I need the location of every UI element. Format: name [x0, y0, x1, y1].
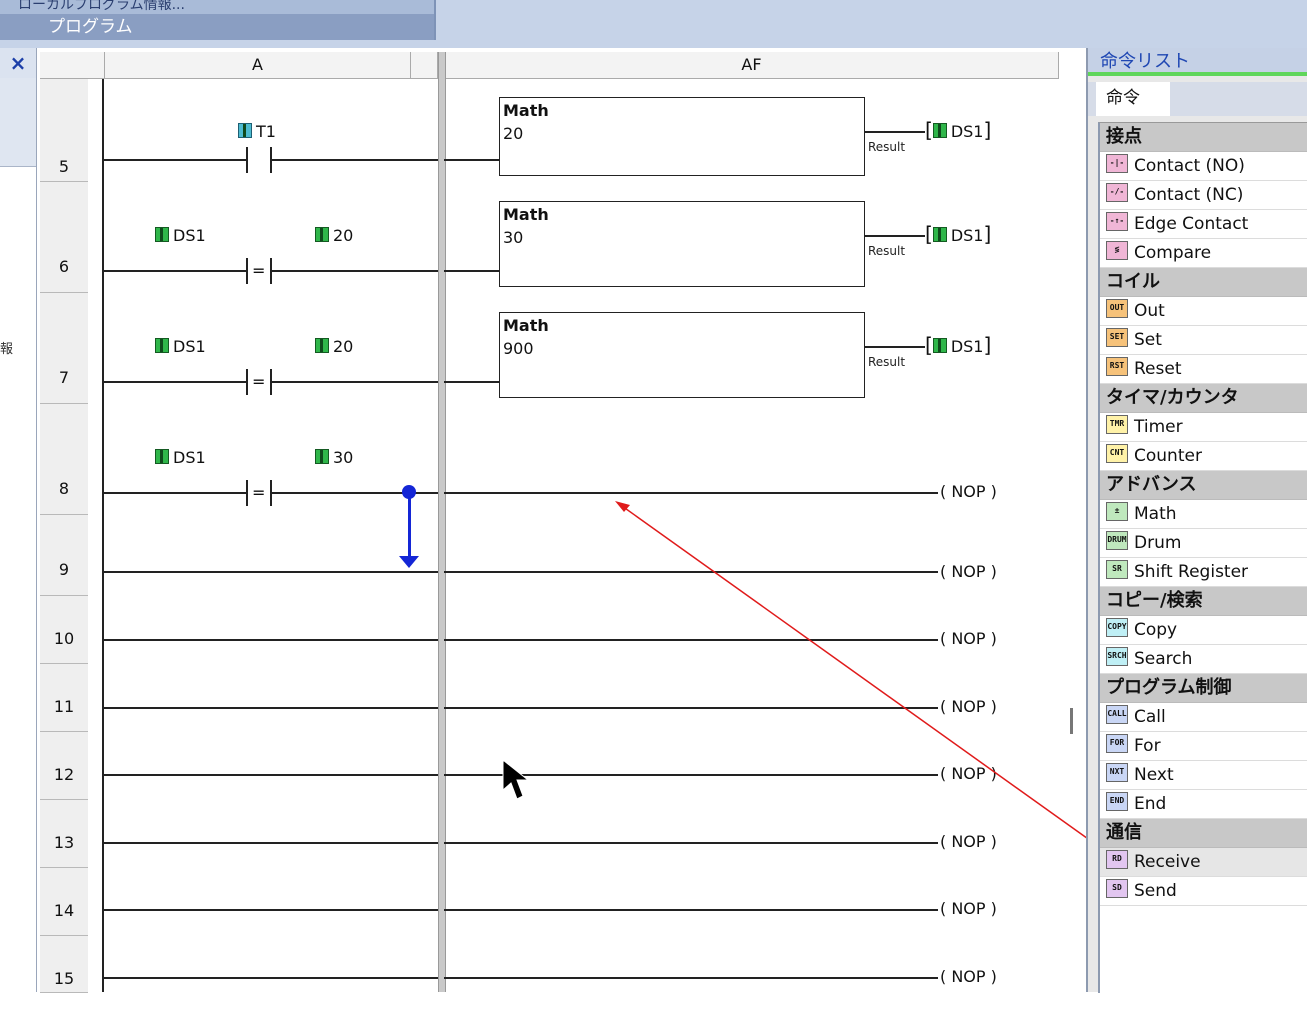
- instruction-item-label: Reset: [1134, 359, 1182, 379]
- instruction-item-label: Contact (NO): [1134, 156, 1245, 176]
- drag-path-line: [621, 505, 1099, 847]
- contact-no-icon: -|-: [1106, 154, 1128, 173]
- next-icon: NXT: [1106, 763, 1128, 782]
- contact-nc-icon: -/-: [1106, 183, 1128, 202]
- instruction-item-call[interactable]: CALL Call: [1100, 703, 1307, 732]
- splitter-grip[interactable]: [1070, 708, 1073, 734]
- instruction-item-label: Set: [1134, 330, 1162, 350]
- instruction-item-label: Drum: [1134, 533, 1182, 553]
- instruction-item-label: Receive: [1134, 852, 1201, 872]
- math-icon: ±: [1106, 502, 1128, 521]
- instruction-item-label: Call: [1134, 707, 1166, 727]
- instruction-item-label: Copy: [1134, 620, 1178, 640]
- compare-icon: ≶: [1106, 241, 1128, 260]
- instruction-item-counter[interactable]: CNT Counter: [1100, 442, 1307, 471]
- timer-icon: TMR: [1106, 415, 1128, 434]
- instruction-item-contact-nc[interactable]: -/- Contact (NC): [1100, 181, 1307, 210]
- instruction-item-label: Out: [1134, 301, 1165, 321]
- instruction-item-search[interactable]: SRCH Search: [1100, 645, 1307, 674]
- instruction-item-next[interactable]: NXT Next: [1100, 761, 1307, 790]
- instruction-item-shift-register[interactable]: SR Shift Register: [1100, 558, 1307, 587]
- set-coil-icon: SET: [1106, 328, 1128, 347]
- instruction-item-edge-contact[interactable]: -↑- Edge Contact: [1100, 210, 1307, 239]
- instruction-item-label: Search: [1134, 649, 1193, 669]
- instruction-category: プログラム制御: [1100, 674, 1307, 703]
- instruction-tab-bar: 命令: [1088, 82, 1307, 116]
- instruction-item-math[interactable]: ± Math: [1100, 500, 1307, 529]
- tab-instructions[interactable]: 命令: [1096, 82, 1170, 116]
- send-icon: SD: [1106, 879, 1128, 898]
- instruction-item-out[interactable]: OUT Out: [1100, 297, 1307, 326]
- instruction-item-label: Edge Contact: [1134, 214, 1249, 234]
- instruction-list-panel: 命令リスト 命令 接点 -|- Contact (NO) -/- Contact (NC…: [1070, 48, 1307, 993]
- instruction-item-label: Next: [1134, 765, 1174, 785]
- out-coil-icon: OUT: [1106, 299, 1128, 318]
- reset-coil-icon: RST: [1106, 357, 1128, 376]
- edge-contact-icon: -↑-: [1106, 212, 1128, 231]
- instruction-item-copy[interactable]: COPY Copy: [1100, 616, 1307, 645]
- instruction-category: アドバンス: [1100, 471, 1307, 500]
- instruction-item-reset[interactable]: RST Reset: [1100, 355, 1307, 384]
- for-icon: FOR: [1106, 734, 1128, 753]
- mouse-pointer-icon: [502, 758, 530, 800]
- instruction-category: 接点: [1100, 123, 1307, 152]
- instruction-list-title: 命令リスト: [1088, 48, 1307, 76]
- instruction-item-end[interactable]: END End: [1100, 790, 1307, 819]
- instruction-item-receive[interactable]: RD Receive: [1100, 848, 1307, 877]
- shift-register-icon: SR: [1106, 560, 1128, 579]
- instruction-item-compare[interactable]: ≶ Compare: [1100, 239, 1307, 268]
- instruction-category: タイマ/カウンタ: [1100, 384, 1307, 413]
- end-icon: END: [1106, 792, 1128, 811]
- instruction-item-for[interactable]: FOR For: [1100, 732, 1307, 761]
- instruction-item-label: Timer: [1134, 417, 1183, 437]
- instruction-category: 通信: [1100, 819, 1307, 848]
- search-icon: SRCH: [1106, 647, 1128, 666]
- instruction-item-set[interactable]: SET Set: [1100, 326, 1307, 355]
- instruction-item-label: End: [1134, 794, 1167, 814]
- instruction-category: コピー/検索: [1100, 587, 1307, 616]
- instruction-item-label: Contact (NC): [1134, 185, 1244, 205]
- instruction-item-label: Counter: [1134, 446, 1202, 466]
- receive-icon: RD: [1106, 850, 1128, 869]
- instruction-item-label: Send: [1134, 881, 1177, 901]
- instruction-item-timer[interactable]: TMR Timer: [1100, 413, 1307, 442]
- instruction-list[interactable]: 接点 -|- Contact (NO) -/- Contact (NC) -↑- Edge …: [1098, 122, 1307, 993]
- counter-icon: CNT: [1106, 444, 1128, 463]
- instruction-item-drum[interactable]: DRUM Drum: [1100, 529, 1307, 558]
- call-icon: CALL: [1106, 705, 1128, 724]
- instruction-item-contact-no[interactable]: -|- Contact (NO): [1100, 152, 1307, 181]
- instruction-category: コイル: [1100, 268, 1307, 297]
- instruction-item-label: Shift Register: [1134, 562, 1249, 582]
- instruction-item-label: Compare: [1134, 243, 1212, 263]
- copy-icon: COPY: [1106, 618, 1128, 637]
- instruction-item-send[interactable]: SD Send: [1100, 877, 1307, 906]
- instruction-item-label: For: [1134, 736, 1161, 756]
- instruction-item-label: Math: [1134, 504, 1177, 524]
- drum-icon: DRUM: [1106, 531, 1128, 550]
